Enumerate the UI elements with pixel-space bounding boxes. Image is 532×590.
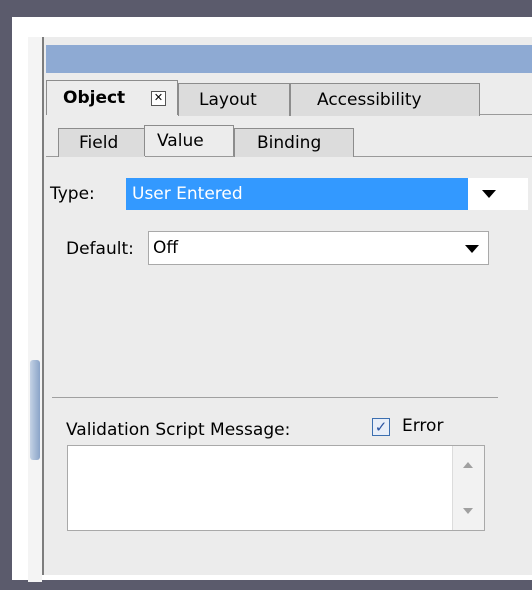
left-dock-edge bbox=[28, 37, 42, 582]
chevron-down-icon[interactable] bbox=[482, 190, 496, 198]
textarea-scrollbar[interactable] bbox=[452, 446, 484, 530]
tab-binding-label: Binding bbox=[257, 133, 322, 153]
main-tab-row: Object ✕ Layout Accessibility bbox=[46, 80, 532, 116]
checkmark-icon: ✓ bbox=[374, 418, 388, 436]
type-selected-value: User Entered bbox=[126, 178, 468, 210]
tab-field-label: Field bbox=[79, 133, 119, 153]
scroll-down-icon[interactable] bbox=[463, 508, 473, 514]
tab-accessibility-label: Accessibility bbox=[317, 90, 422, 110]
validation-message-label: Validation Script Message: bbox=[66, 420, 291, 440]
default-selected-value: Off bbox=[153, 238, 179, 258]
sub-tab-row: Field Value Binding bbox=[46, 125, 532, 157]
error-label: Error bbox=[402, 416, 444, 436]
tab-value-label: Value bbox=[157, 131, 204, 151]
default-label: Default: bbox=[66, 239, 134, 259]
tab-binding[interactable]: Binding bbox=[234, 128, 354, 157]
dock-resize-grip[interactable] bbox=[30, 360, 40, 460]
chevron-down-icon[interactable] bbox=[465, 245, 479, 253]
tab-field[interactable]: Field bbox=[58, 128, 146, 157]
panel-titlebar[interactable] bbox=[46, 45, 532, 73]
default-dropdown[interactable]: Off bbox=[148, 231, 489, 265]
validation-message-textarea[interactable] bbox=[67, 445, 485, 531]
error-checkbox[interactable]: ✓ bbox=[372, 418, 390, 436]
close-icon[interactable]: ✕ bbox=[151, 91, 166, 106]
tab-accessibility[interactable]: Accessibility bbox=[290, 83, 480, 116]
section-divider bbox=[52, 397, 498, 398]
tab-object[interactable]: Object ✕ bbox=[46, 80, 178, 115]
tab-value[interactable]: Value bbox=[144, 125, 234, 156]
type-label: Type: bbox=[50, 184, 95, 204]
tab-layout[interactable]: Layout bbox=[178, 83, 290, 116]
type-dropdown[interactable]: User Entered bbox=[126, 178, 528, 210]
scroll-up-icon[interactable] bbox=[463, 462, 473, 468]
tab-layout-label: Layout bbox=[199, 90, 257, 110]
tab-object-label: Object bbox=[63, 88, 126, 108]
